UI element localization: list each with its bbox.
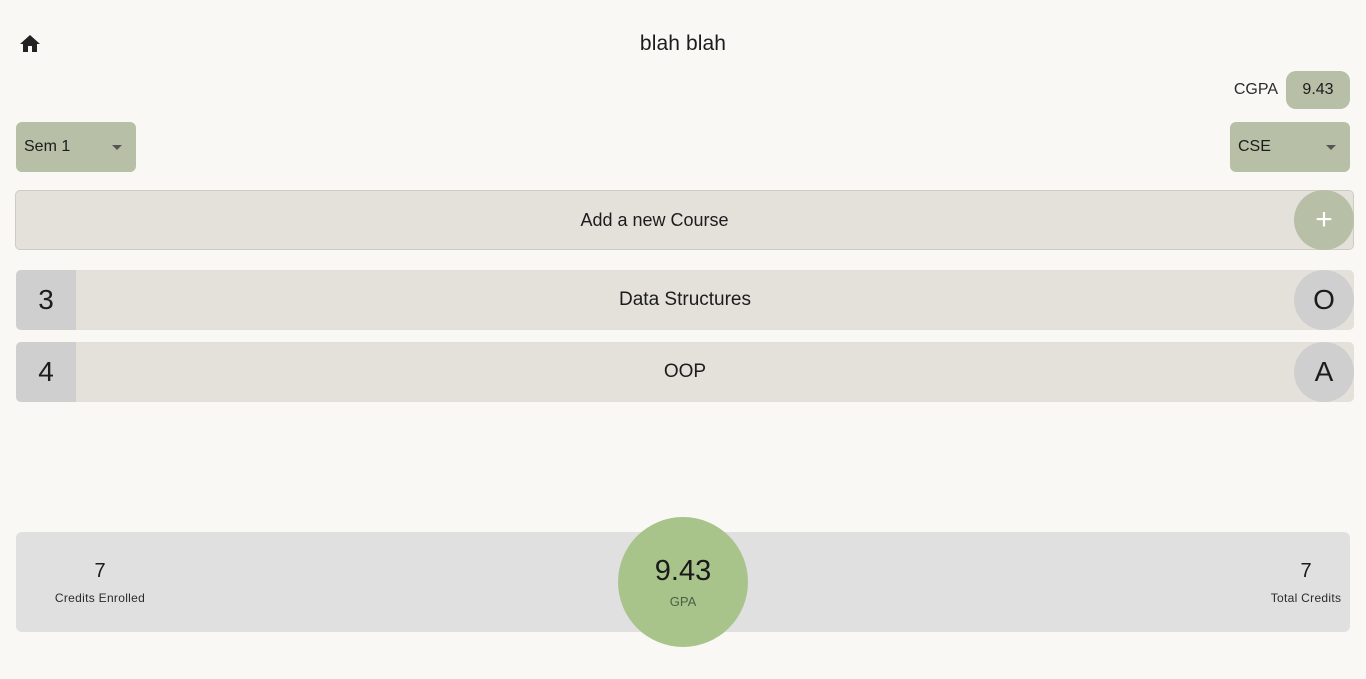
course-grade-badge[interactable]: O — [1294, 270, 1354, 330]
add-course-button[interactable]: Add a new Course + — [15, 190, 1354, 250]
course-name: Data Structures — [619, 289, 751, 310]
add-course-label: Add a new Course — [580, 209, 729, 230]
course-name: OOP — [663, 361, 707, 382]
total-credits-stat: 7 Total Credits — [1246, 532, 1366, 632]
add-icon[interactable]: + — [1294, 190, 1354, 250]
credits-enrolled-stat: 7 Credits Enrolled — [40, 532, 160, 632]
course-credits-badge[interactable]: 3 — [16, 270, 76, 330]
semester-dropdown-value: Sem 1 — [24, 138, 71, 155]
credits-enrolled-value: 7 — [94, 559, 106, 582]
app-page: blah blah CGPA 9.43 Sem 1 CSE Add a new … — [0, 0, 1366, 679]
gpa-circle: 9.43 GPA — [618, 517, 748, 647]
total-credits-label: Total Credits — [1270, 590, 1342, 605]
branch-dropdown[interactable]: CSE — [1230, 122, 1350, 172]
gpa-value: 9.43 — [654, 555, 712, 587]
cgpa-display: CGPA 9.43 — [1234, 71, 1350, 109]
cgpa-value-chip: 9.43 — [1286, 71, 1350, 109]
branch-dropdown-value: CSE — [1238, 138, 1271, 155]
gpa-label: GPA — [669, 594, 697, 609]
semester-dropdown[interactable]: Sem 1 — [16, 122, 136, 172]
credits-enrolled-label: Credits Enrolled — [54, 590, 146, 605]
page-title: blah blah — [639, 32, 727, 55]
course-grade-badge[interactable]: A — [1294, 342, 1354, 402]
cgpa-label: CGPA — [1233, 81, 1278, 98]
total-credits-value: 7 — [1300, 559, 1312, 582]
course-row[interactable]: 4 OOP A — [16, 342, 1354, 402]
course-credits-badge[interactable]: 4 — [16, 342, 76, 402]
chevron-down-icon — [112, 144, 122, 150]
chevron-down-icon — [1326, 144, 1336, 150]
course-row[interactable]: 3 Data Structures O — [16, 270, 1354, 330]
